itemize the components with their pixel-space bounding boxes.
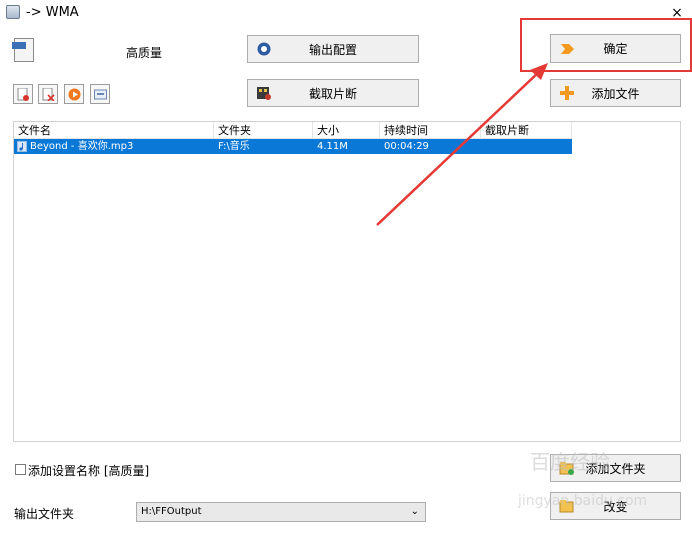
watermark-url: jingyan.baidu.com — [518, 493, 648, 509]
watermark-logo: 百度经验 — [530, 450, 610, 474]
